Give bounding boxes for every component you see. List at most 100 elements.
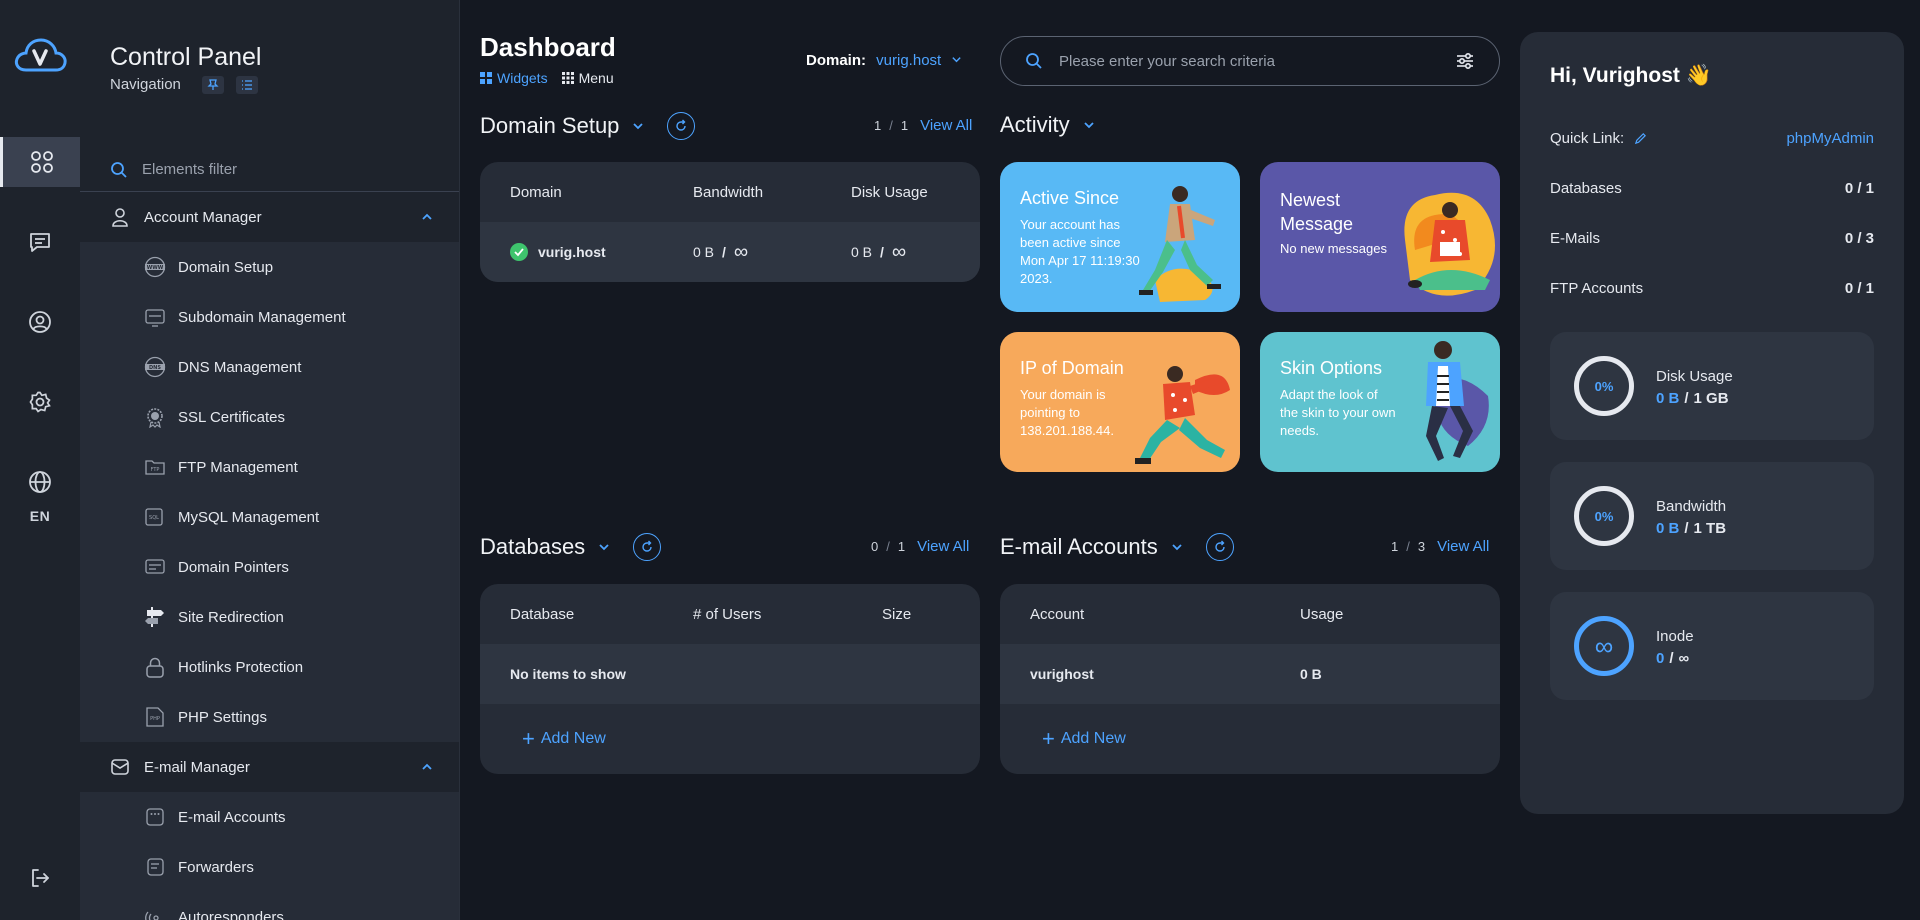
refresh-button[interactable]: [633, 533, 662, 561]
filter-sliders-icon[interactable]: [1455, 51, 1475, 71]
chevron-down-icon[interactable]: [597, 540, 611, 554]
gear-icon: [29, 391, 51, 413]
tab-widgets[interactable]: Widgets: [480, 70, 548, 86]
envelope-icon: [111, 759, 129, 775]
chevron-up-icon[interactable]: [420, 210, 434, 224]
signpost-icon: [145, 607, 164, 627]
account-summary-panel: Hi, Vurighost 👋 Quick Link: phpMyAdmin D…: [1520, 32, 1904, 814]
jumping-person-illustration: [1426, 341, 1489, 461]
www-icon: WWW: [144, 256, 166, 278]
rail-language-button[interactable]: [0, 457, 80, 507]
tile-body: No new messages: [1280, 241, 1387, 256]
grid-icon: [30, 151, 53, 173]
nav-group-email-manager[interactable]: E-mail Manager: [80, 742, 459, 792]
tile-ip-of-domain[interactable]: IP of Domain Your domain is pointing to …: [1000, 332, 1240, 472]
refresh-button[interactable]: [1205, 533, 1234, 561]
list-view-button[interactable]: [236, 76, 258, 94]
chevron-down-icon[interactable]: [631, 119, 645, 133]
refresh-button[interactable]: [667, 112, 696, 140]
activity-header: Activity: [1000, 112, 1096, 138]
table-row[interactable]: vurig.host 0 B / ∞ 0 B / ∞: [480, 222, 980, 282]
domain-selector[interactable]: Domain: vurig.host: [806, 52, 962, 69]
chevron-down-icon: [952, 57, 962, 63]
nav-item-domain-setup[interactable]: WWW Domain Setup: [80, 242, 459, 292]
rail-account-button[interactable]: [0, 297, 80, 347]
pointer-icon: [145, 559, 165, 574]
domain-setup-table: Domain Bandwidth Disk Usage vurig.host 0…: [480, 162, 980, 282]
tab-menu[interactable]: Menu: [561, 70, 614, 86]
check-circle-icon: [510, 243, 528, 261]
pin-nav-button[interactable]: [202, 76, 224, 94]
nav-group-account-manager[interactable]: Account Manager: [80, 192, 459, 242]
rail-logout-button[interactable]: [0, 853, 80, 903]
add-new-database-button[interactable]: + Add New: [480, 704, 980, 774]
tile-active-since[interactable]: Active Since Your account has been activ…: [1000, 162, 1240, 312]
globe-icon: [29, 471, 51, 493]
svg-text:FTP: FTP: [151, 467, 160, 473]
domain-name[interactable]: vurig.host: [538, 244, 606, 260]
user-circle-icon: [29, 311, 51, 333]
running-person-illustration: [1139, 186, 1221, 302]
databases-header: Databases: [480, 533, 662, 561]
nav-item-domain-pointers[interactable]: Domain Pointers: [80, 542, 459, 592]
ssl-badge-icon: [147, 408, 163, 428]
list-icon: [242, 80, 252, 90]
email-accounts-counter: 1 / 3 View All: [1391, 538, 1490, 555]
language-label[interactable]: EN: [0, 508, 80, 524]
quick-link-value[interactable]: phpMyAdmin: [1786, 130, 1874, 147]
nav-group-label: Account Manager: [144, 208, 262, 226]
chevron-down-icon[interactable]: [1170, 540, 1184, 554]
svg-text:WWW: WWW: [147, 265, 164, 271]
rail-messages-button[interactable]: [0, 217, 80, 267]
section-title: Domain Setup: [480, 113, 620, 138]
nav-item-dns-management[interactable]: DNS DNS Management: [80, 342, 459, 392]
view-all-link[interactable]: View All: [920, 117, 972, 134]
email-accounts-icon: [146, 808, 164, 826]
tile-title: Skin Options: [1280, 358, 1383, 378]
table-header: Account Usage: [1030, 605, 1344, 623]
search-input[interactable]: [1059, 52, 1429, 70]
domain-setup-header: Domain Setup: [480, 112, 696, 140]
cloud-logo-icon[interactable]: [12, 36, 68, 76]
grid-small-icon: [480, 72, 492, 84]
nav-item-php-settings[interactable]: PHP PHP Settings: [80, 692, 459, 742]
tile-title: Newest Message: [1280, 190, 1354, 234]
rail-settings-button[interactable]: [0, 377, 80, 427]
inode-card: ∞ Inode 0/∞: [1550, 592, 1874, 700]
svg-text:DNS: DNS: [149, 365, 161, 371]
nav-item-ftp-management[interactable]: FTP FTP Management: [80, 442, 459, 492]
infinity-icon: ∞: [891, 240, 907, 263]
nav-item-hotlinks-protection[interactable]: Hotlinks Protection: [80, 642, 459, 692]
nav-item-subdomain-management[interactable]: Subdomain Management: [80, 292, 459, 342]
nav-item-mysql-management[interactable]: SQL MySQL Management: [80, 492, 459, 542]
chat-icon: [30, 233, 50, 252]
tile-newest-message[interactable]: Newest Message No new messages: [1260, 162, 1500, 312]
databases-counter: 0 / 1 View All: [871, 538, 970, 555]
section-title: E-mail Accounts: [1000, 534, 1158, 559]
nav-item-forwarders[interactable]: Forwarders: [80, 842, 459, 892]
nav-item-email-accounts[interactable]: E-mail Accounts: [80, 792, 459, 842]
add-new-email-button[interactable]: + Add New: [1000, 704, 1500, 774]
pencil-icon[interactable]: [1634, 132, 1647, 145]
svg-text:PHP: PHP: [150, 716, 160, 722]
tile-title: Active Since: [1020, 188, 1120, 208]
subdomain-icon: [145, 309, 165, 327]
tile-skin-options[interactable]: Skin Options Adapt the look of the skin …: [1260, 332, 1500, 472]
user-icon: [112, 208, 128, 227]
elements-filter-input[interactable]: [142, 161, 422, 178]
nav-subtitle: Navigation: [110, 76, 181, 93]
nav-group-label: E-mail Manager: [144, 758, 250, 776]
table-row[interactable]: vurighost 0 B: [1000, 644, 1500, 704]
icon-rail: EN: [0, 0, 80, 920]
rail-dashboard-button[interactable]: [0, 137, 80, 187]
chevron-down-icon[interactable]: [1082, 118, 1096, 132]
nav-item-ssl-certificates[interactable]: SSL Certificates: [80, 392, 459, 442]
view-all-link[interactable]: View All: [1437, 538, 1489, 555]
nav-item-site-redirection[interactable]: Site Redirection: [80, 592, 459, 642]
view-all-link[interactable]: View All: [917, 538, 969, 555]
nav-item-autoresponders[interactable]: Autoresponders: [80, 892, 459, 920]
tile-title: IP of Domain: [1020, 358, 1124, 378]
usage-ring: 0%: [1574, 486, 1634, 546]
chevron-up-icon[interactable]: [420, 760, 434, 774]
domain-value: vurig.host: [876, 52, 942, 69]
